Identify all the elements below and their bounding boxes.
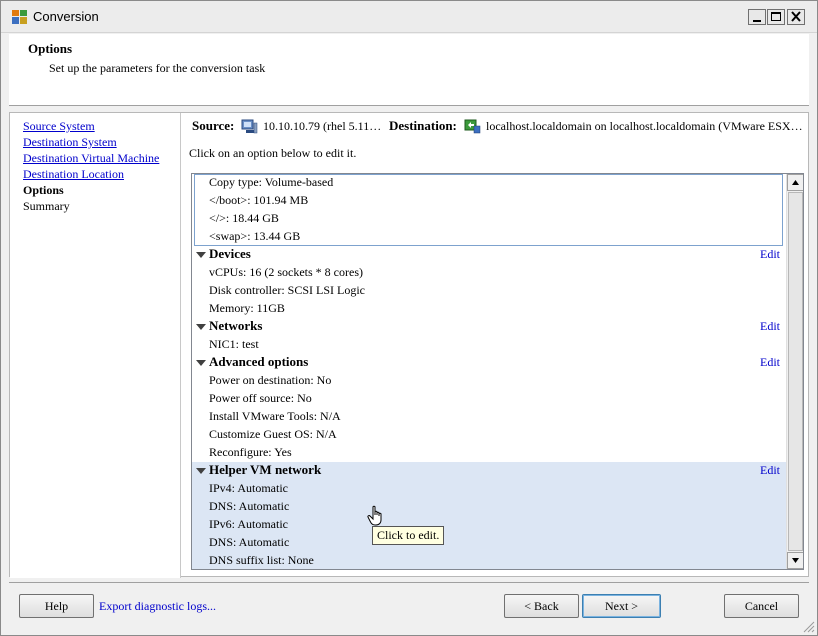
nav-item-source-system[interactable]: Source System — [23, 119, 95, 134]
scroll-up-button[interactable] — [787, 174, 803, 191]
page-title: Options — [28, 41, 73, 56]
list-item[interactable]: Customize Guest OS: N/A — [192, 426, 786, 444]
section-networks[interactable]: Networks Edit — [192, 318, 786, 336]
options-panel: Source: 10.10.10.79 (rhel 5.11… Destinat… — [182, 113, 808, 578]
nav-item-destination-system[interactable]: Destination System — [23, 135, 117, 150]
maximize-icon — [771, 12, 781, 21]
cancel-button[interactable]: Cancel — [724, 594, 799, 618]
vm-destination-icon — [464, 119, 481, 134]
title-bar: Conversion — [1, 1, 817, 33]
next-button[interactable]: Next > — [582, 594, 661, 618]
footer-divider — [9, 582, 809, 583]
edit-advanced-link[interactable]: Edit — [760, 355, 780, 370]
destination-value: localhost.localdomain on localhost.local… — [486, 119, 803, 133]
hand-cursor-icon — [367, 505, 382, 526]
section-devices[interactable]: Devices Edit — [192, 246, 786, 264]
destination-label: Destination: — [389, 118, 457, 133]
list-item[interactable]: Disk controller: SCSI LSI Logic — [192, 282, 786, 300]
close-button[interactable] — [787, 9, 805, 25]
list-item[interactable]: </>: 18.44 GB — [192, 210, 786, 228]
source-value: 10.10.10.79 (rhel 5.11… — [263, 119, 382, 133]
list-item[interactable]: IPv4: Automatic — [192, 480, 786, 498]
list-item[interactable]: vCPUs: 16 (2 sockets * 8 cores) — [192, 264, 786, 282]
nav-item-summary: Summary — [23, 199, 70, 213]
minimize-button[interactable] — [748, 9, 766, 25]
edit-networks-link[interactable]: Edit — [760, 319, 780, 334]
page-subtitle: Set up the parameters for the conversion… — [49, 61, 266, 75]
section-advanced-options[interactable]: Advanced options Edit — [192, 354, 786, 372]
nav-item-destination-location[interactable]: Destination Location — [23, 167, 124, 182]
collapse-arrow-icon[interactable] — [196, 252, 206, 258]
wizard-nav: Source System Destination System Destina… — [10, 113, 181, 578]
edit-devices-link[interactable]: Edit — [760, 247, 780, 262]
vertical-scrollbar[interactable] — [786, 174, 803, 569]
close-icon — [791, 11, 801, 22]
wizard-content: Source System Destination System Destina… — [9, 112, 809, 578]
source-destination-bar: Source: 10.10.10.79 (rhel 5.11… Destinat… — [192, 118, 804, 136]
list-item[interactable]: IPv6: Automatic — [192, 516, 786, 534]
collapse-arrow-icon[interactable] — [196, 324, 206, 330]
vmware-converter-icon — [12, 10, 27, 24]
page-header: Options Set up the parameters for the co… — [9, 34, 809, 106]
edit-hint: Click on an option below to edit it. — [189, 146, 357, 160]
list-item[interactable]: Reconfigure: Yes — [192, 444, 786, 462]
source-label: Source: — [192, 118, 235, 133]
computer-icon — [241, 119, 258, 134]
help-button[interactable]: Help — [19, 594, 94, 618]
arrow-up-icon — [792, 180, 799, 185]
list-item[interactable]: <swap>: 13.44 GB — [192, 228, 786, 246]
nav-item-destination-vm[interactable]: Destination Virtual Machine — [23, 151, 159, 166]
list-item[interactable]: </boot>: 101.94 MB — [192, 192, 786, 210]
collapse-arrow-icon[interactable] — [196, 360, 206, 366]
scrollbar-thumb[interactable] — [788, 192, 803, 551]
section-helper-vm-network[interactable]: Helper VM network Edit — [192, 462, 786, 480]
minimize-icon — [753, 20, 761, 22]
list-item[interactable]: DNS: Automatic — [192, 534, 786, 552]
collapse-arrow-icon[interactable] — [196, 468, 206, 474]
list-item[interactable]: Power off source: No — [192, 390, 786, 408]
nav-item-options: Options — [23, 183, 64, 197]
maximize-button[interactable] — [767, 9, 785, 25]
back-button[interactable]: < Back — [504, 594, 579, 618]
resize-grip-icon[interactable] — [801, 619, 815, 633]
options-list[interactable]: Copy type: Volume-based </boot>: 101.94 … — [191, 173, 804, 570]
list-item[interactable]: Copy type: Volume-based — [192, 174, 786, 192]
list-item[interactable]: DNS suffix list: None — [192, 552, 786, 569]
export-diagnostic-logs-link[interactable]: Export diagnostic logs... — [99, 599, 216, 614]
arrow-down-icon — [792, 558, 799, 563]
scroll-down-button[interactable] — [787, 552, 803, 569]
list-item[interactable]: Install VMware Tools: N/A — [192, 408, 786, 426]
list-item[interactable]: Power on destination: No — [192, 372, 786, 390]
options-list-content: Copy type: Volume-based </boot>: 101.94 … — [192, 174, 786, 569]
list-item[interactable]: NIC1: test — [192, 336, 786, 354]
window-title: Conversion — [33, 9, 99, 24]
edit-helper-link[interactable]: Edit — [760, 463, 780, 478]
conversion-window: Conversion Options Set up the parameters… — [0, 0, 818, 636]
list-item[interactable]: Memory: 11GB — [192, 300, 786, 318]
click-to-edit-tooltip: Click to edit. — [372, 526, 445, 545]
list-item[interactable]: DNS: Automatic — [192, 498, 786, 516]
